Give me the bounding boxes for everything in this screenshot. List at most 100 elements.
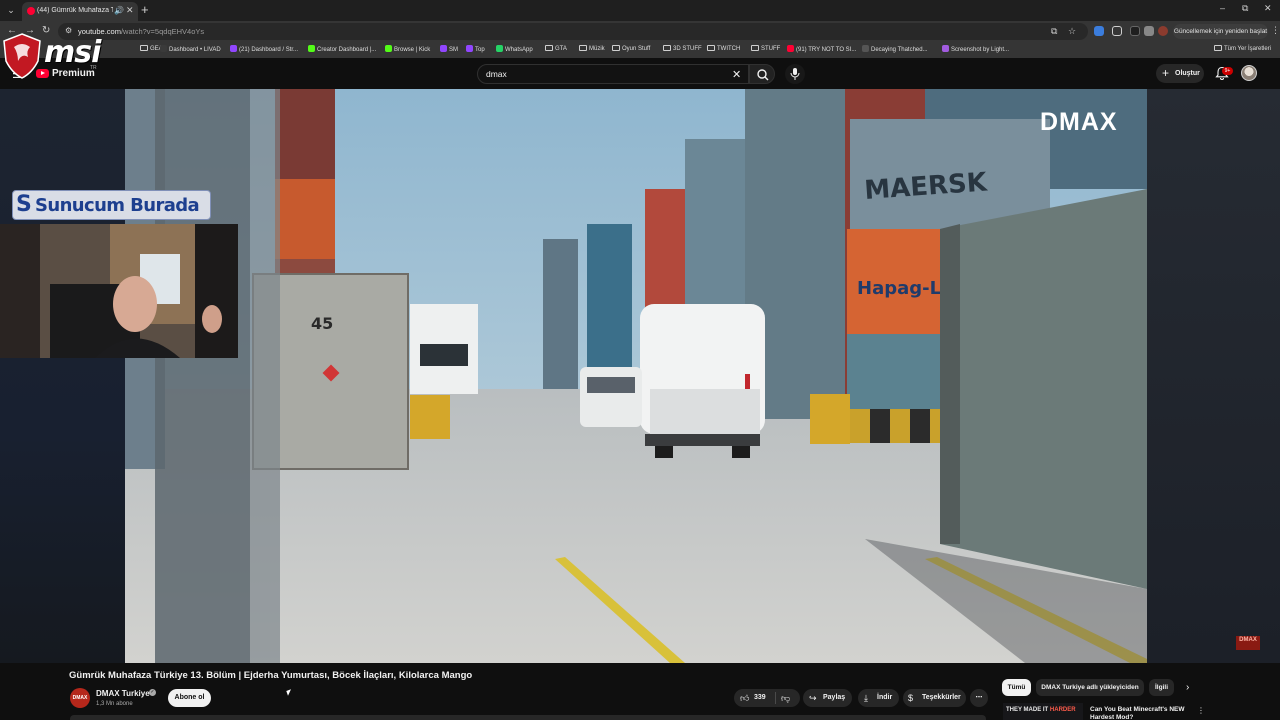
thanks-label: Teşekkürler <box>922 694 961 701</box>
thumb-text-2: HARDER <box>1049 707 1076 713</box>
twitch-icon <box>466 45 473 52</box>
clear-search-icon[interactable]: ✕ <box>732 68 741 81</box>
subscriber-count: 1,3 Mn abone <box>96 701 133 707</box>
folder-icon <box>707 45 715 51</box>
tab-title: (44) Gümrük Muhafaza Tür... <box>37 7 113 14</box>
speaker-icon[interactable]: 🔊 <box>114 6 124 15</box>
share-arrow-icon: ↪ <box>809 693 817 703</box>
browser-toolbar: ← → ↻ ⚙ youtube.com/watch?v=5qdqEHV4oYs … <box>0 21 1280 42</box>
site-icon <box>230 45 237 52</box>
bookmark-item[interactable]: Top <box>466 45 485 53</box>
folder-icon <box>579 45 587 51</box>
lightshot-icon <box>942 45 949 52</box>
share-button[interactable]: ↪ Paylaş <box>803 689 852 707</box>
download-button[interactable]: ⤓ İndir <box>858 689 899 707</box>
subscribe-button[interactable]: Abone ol <box>168 689 211 707</box>
extension-blue-icon[interactable] <box>1094 26 1104 36</box>
search-button[interactable] <box>749 64 775 84</box>
chip-related[interactable]: İlgili <box>1149 679 1174 696</box>
bookmarks-bar: GEAR Dashboard • LIVAD (21) Dashboard / St… <box>0 42 1280 58</box>
bookmark-label: (21) Dashboard / Str... <box>239 47 299 53</box>
chip-all[interactable]: Tümü <box>1002 679 1031 696</box>
update-restart-button[interactable]: Güncellemek için yeniden başlat <box>1173 24 1268 39</box>
bookmark-label: WhatsApp <box>505 47 533 53</box>
msi-wordmark: msi <box>44 35 101 70</box>
bookmark-item[interactable]: Creator Dashboard |... <box>308 45 376 53</box>
bookmark-item[interactable]: Decaying Thatched... <box>862 45 928 53</box>
channel-avatar[interactable]: DMAX <box>70 688 90 708</box>
extension-gray-icon[interactable] <box>1144 26 1154 36</box>
related-video-title[interactable]: Can You Beat Minecraft's NEW Hardest Mod… <box>1090 706 1190 720</box>
bookmark-item[interactable]: Browse | Kick <box>385 45 430 53</box>
create-button[interactable]: + Oluştur <box>1156 64 1204 83</box>
twitch-icon <box>440 45 447 52</box>
tab-search-chevron-icon[interactable]: ⌄ <box>4 3 18 17</box>
bookmark-item[interactable]: (91) TRY NOT TO SI... <box>787 45 856 53</box>
voice-search-button[interactable] <box>785 64 805 84</box>
dislike-thumb-down-icon[interactable]: 👎︎ <box>781 689 790 707</box>
browser-tab-active[interactable]: (44) Gümrük Muhafaza Tür... 🔊 ✕ <box>22 2 138 21</box>
bookmark-label: Screenshot by Light... <box>951 47 1010 53</box>
bookmark-label: Müzik <box>589 46 605 52</box>
youtube-icon <box>787 45 794 52</box>
ambient-right <box>1147 89 1280 663</box>
related-video-item[interactable]: THEY MADE IT HARDER Can You Beat Minecra… <box>1003 703 1280 720</box>
thumb-text-1: THEY MADE IT <box>1006 707 1050 713</box>
restore-icon[interactable]: ⧉ <box>1242 3 1248 14</box>
bookmark-item[interactable]: (21) Dashboard / Str... <box>230 45 298 53</box>
bookmark-item[interactable]: Müzik <box>579 45 605 52</box>
all-bookmarks-button[interactable]: Tüm Yer İşaretleri <box>1214 45 1271 52</box>
bookmark-label: SM <box>449 47 458 53</box>
site-icon <box>862 45 869 52</box>
dmax-corner-logo: DMAX <box>1236 636 1260 650</box>
bookmark-label: TWITCH <box>717 46 741 52</box>
address-bar[interactable]: ⚙ youtube.com/watch?v=5qdqEHV4oYs ⧉ ☆ <box>58 23 1088 40</box>
bookmark-item[interactable]: STUFF <box>751 45 780 52</box>
bookmark-label: GTA <box>555 46 567 52</box>
sunucum-burada-text: Sunucum Burada <box>35 195 200 216</box>
bookmark-item[interactable]: Screenshot by Light... <box>942 45 1009 53</box>
chips-next-arrow-icon[interactable]: › <box>1186 682 1189 693</box>
channel-name[interactable]: DMAX Turkiye <box>96 689 150 698</box>
super-thanks-icon: $ <box>908 693 914 703</box>
search-input[interactable]: dmax ✕ <box>477 64 749 84</box>
streamer-webcam <box>0 224 238 358</box>
bookmark-item[interactable]: SM <box>440 45 458 53</box>
webcam-feed-image <box>0 224 238 358</box>
profile-icon[interactable] <box>1158 26 1168 36</box>
bookmark-item[interactable]: Dashboard • LIVAD <box>160 45 221 53</box>
kick-icon <box>308 45 315 52</box>
extension-dark-icon[interactable] <box>1130 26 1140 36</box>
extensions-puzzle-icon[interactable] <box>1112 26 1122 36</box>
bookmark-item[interactable]: TWITCH <box>707 45 740 52</box>
bookmark-item[interactable]: Oyun Stuff <box>612 45 650 52</box>
account-avatar[interactable] <box>1241 65 1257 81</box>
new-tab-plus-icon[interactable]: + <box>141 2 149 18</box>
microphone-icon <box>790 68 800 80</box>
thanks-button[interactable]: $ Teşekkürler <box>903 689 966 707</box>
more-actions-button[interactable]: ⋯ <box>970 689 988 707</box>
install-app-icon[interactable]: ⧉ <box>1051 26 1057 37</box>
bookmark-star-icon[interactable]: ☆ <box>1068 26 1076 37</box>
sunucum-burada-banner: S Sunucum Burada <box>12 190 211 220</box>
related-video-thumbnail[interactable]: THEY MADE IT HARDER <box>1003 703 1083 720</box>
folder-icon <box>612 45 620 51</box>
browser-menu-icon[interactable]: ⋮ <box>1271 25 1280 36</box>
tab-close-icon[interactable]: ✕ <box>126 5 134 16</box>
chip-from-uploader[interactable]: DMAX Turkiye adlı yükleyiciden <box>1036 679 1144 696</box>
minimize-icon[interactable]: – <box>1220 3 1225 13</box>
related-video-menu-icon[interactable]: ⋮ <box>1197 706 1205 715</box>
bookmark-item[interactable]: 3D STUFF <box>663 45 702 52</box>
description-box[interactable] <box>70 715 986 720</box>
like-dislike-group: 👍︎ 339 👎︎ <box>734 689 800 707</box>
video-frame-container-yard: 45 MAERSK Hapag-Lloyd <box>125 89 1147 663</box>
bookmark-item[interactable]: GTA <box>545 45 567 52</box>
like-count[interactable]: 339 <box>754 689 766 707</box>
video-player[interactable]: 45 MAERSK Hapag-Lloyd DMAX <box>125 89 1147 663</box>
folder-icon <box>663 45 671 51</box>
like-thumb-up-icon[interactable]: 👍︎ <box>740 689 749 707</box>
window-close-icon[interactable]: ✕ <box>1264 3 1272 14</box>
bookmark-item[interactable]: WhatsApp <box>496 45 533 53</box>
sunucum-s-logo-icon: S <box>16 192 32 217</box>
download-icon: ⤓ <box>864 693 868 703</box>
